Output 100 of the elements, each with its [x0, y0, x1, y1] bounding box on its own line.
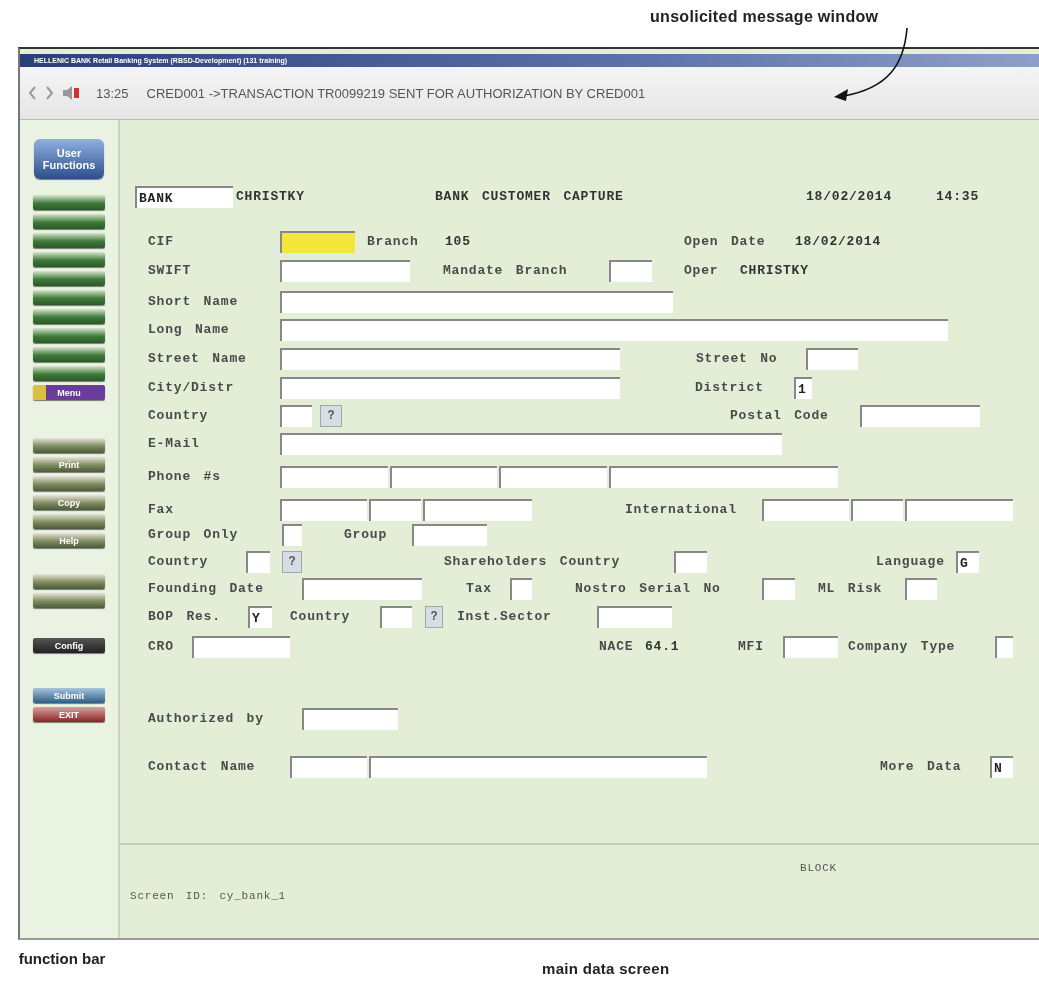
- input-field[interactable]: [280, 319, 948, 341]
- input-field[interactable]: [380, 606, 412, 628]
- speaker-icon[interactable]: [62, 85, 80, 101]
- function-button[interactable]: Print: [33, 457, 105, 472]
- input-field[interactable]: Y: [248, 606, 272, 628]
- function-button[interactable]: [33, 476, 105, 491]
- input-field[interactable]: [302, 578, 422, 600]
- field-label: Nostro Serial No: [575, 580, 721, 598]
- annotation-label: function bar: [17, 949, 107, 969]
- field-label: Open Date: [684, 233, 766, 251]
- input-field[interactable]: [995, 636, 1013, 658]
- field-label: Fax: [148, 501, 174, 519]
- input-field[interactable]: [280, 405, 312, 427]
- input-field[interactable]: [860, 405, 980, 427]
- function-button[interactable]: [33, 309, 105, 324]
- input-field[interactable]: [280, 433, 782, 455]
- field-value: CHRISTKY: [236, 188, 305, 206]
- input-field[interactable]: 1: [794, 377, 812, 399]
- function-button[interactable]: Help: [33, 533, 105, 548]
- field-label: District: [695, 379, 764, 397]
- field-label: Postal Code: [730, 407, 829, 425]
- function-button[interactable]: [33, 347, 105, 362]
- annotation-label: unsolicited message window: [650, 8, 879, 26]
- function-button[interactable]: [33, 214, 105, 229]
- field-label: Country: [290, 608, 351, 626]
- input-field[interactable]: [280, 348, 620, 370]
- function-button[interactable]: Menu: [33, 385, 105, 400]
- function-button[interactable]: EXIT: [33, 707, 105, 722]
- field-value: 14:35: [936, 188, 979, 206]
- field-label: Authorized by: [148, 710, 264, 728]
- function-button[interactable]: [33, 366, 105, 381]
- input-field[interactable]: [280, 499, 367, 521]
- screen-id: Screen ID: cy_bank_1: [130, 889, 287, 904]
- input-field[interactable]: [597, 606, 672, 628]
- function-button[interactable]: [33, 574, 105, 589]
- input-field[interactable]: [609, 466, 838, 488]
- function-button[interactable]: [33, 252, 105, 267]
- function-button[interactable]: Submit: [33, 688, 105, 703]
- field-label: SWIFT: [148, 262, 191, 280]
- input-field[interactable]: [290, 756, 367, 778]
- function-button[interactable]: [33, 328, 105, 343]
- input-field[interactable]: [280, 291, 673, 313]
- field-label: Contact Name: [148, 758, 256, 776]
- input-field[interactable]: [302, 708, 398, 730]
- back-icon[interactable]: [28, 86, 37, 100]
- function-button[interactable]: [33, 195, 105, 210]
- user-functions-button[interactable]: User Functions: [34, 139, 104, 179]
- input-field[interactable]: [905, 578, 937, 600]
- input-field[interactable]: [905, 499, 1013, 521]
- field-label: Group Only: [148, 526, 238, 544]
- input-field[interactable]: [423, 499, 532, 521]
- input-field[interactable]: [806, 348, 858, 370]
- input-field[interactable]: [369, 756, 707, 778]
- input-field[interactable]: BANK: [135, 186, 233, 208]
- field-label: Language: [876, 553, 945, 571]
- function-button[interactable]: [33, 438, 105, 453]
- field-label: Country: [148, 407, 209, 425]
- field-label: Shareholders Country: [444, 553, 621, 571]
- field-label: Founding Date: [148, 580, 264, 598]
- input-field[interactable]: N: [990, 756, 1013, 778]
- input-field[interactable]: [762, 578, 795, 600]
- input-field[interactable]: G: [956, 551, 979, 573]
- forward-icon[interactable]: [45, 86, 54, 100]
- function-button[interactable]: Copy: [33, 495, 105, 510]
- input-field[interactable]: [246, 551, 270, 573]
- function-button[interactable]: Config: [33, 638, 105, 653]
- function-button[interactable]: [33, 593, 105, 608]
- field-label: CIF: [148, 233, 174, 251]
- lookup-button[interactable]: ?: [320, 405, 342, 427]
- field-label: Street Name: [148, 350, 247, 368]
- input-field[interactable]: [282, 524, 302, 546]
- annotation-label: main data screen: [542, 960, 670, 977]
- field-label: Inst.Sector: [457, 608, 552, 626]
- function-button[interactable]: [33, 514, 105, 529]
- field-label: International: [625, 501, 737, 519]
- input-field[interactable]: [390, 466, 497, 488]
- function-button[interactable]: [33, 271, 105, 286]
- input-field[interactable]: [280, 466, 388, 488]
- input-field[interactable]: [851, 499, 903, 521]
- input-field[interactable]: [192, 636, 290, 658]
- function-button[interactable]: [33, 233, 105, 248]
- input-field[interactable]: [412, 524, 487, 546]
- lookup-button[interactable]: ?: [425, 606, 443, 628]
- input-field[interactable]: [280, 377, 620, 399]
- field-label: Mandate Branch: [443, 262, 568, 280]
- field-label: Phone #s: [148, 468, 221, 486]
- input-field[interactable]: [674, 551, 707, 573]
- input-field[interactable]: [280, 260, 410, 282]
- input-field[interactable]: [369, 499, 421, 521]
- field-label: MFI: [738, 638, 764, 656]
- lookup-button[interactable]: ?: [282, 551, 302, 573]
- input-field[interactable]: [783, 636, 838, 658]
- input-field[interactable]: [499, 466, 607, 488]
- input-field[interactable]: [609, 260, 652, 282]
- input-field[interactable]: [510, 578, 532, 600]
- function-button[interactable]: [33, 290, 105, 305]
- input-field[interactable]: [280, 231, 355, 253]
- field-label: Company Type: [848, 638, 956, 656]
- input-field[interactable]: [762, 499, 849, 521]
- message-text: CRED001 ->TRANSACTION TR0099219 SENT FOR AUTHORIZATION BY CRED001: [146, 85, 646, 101]
